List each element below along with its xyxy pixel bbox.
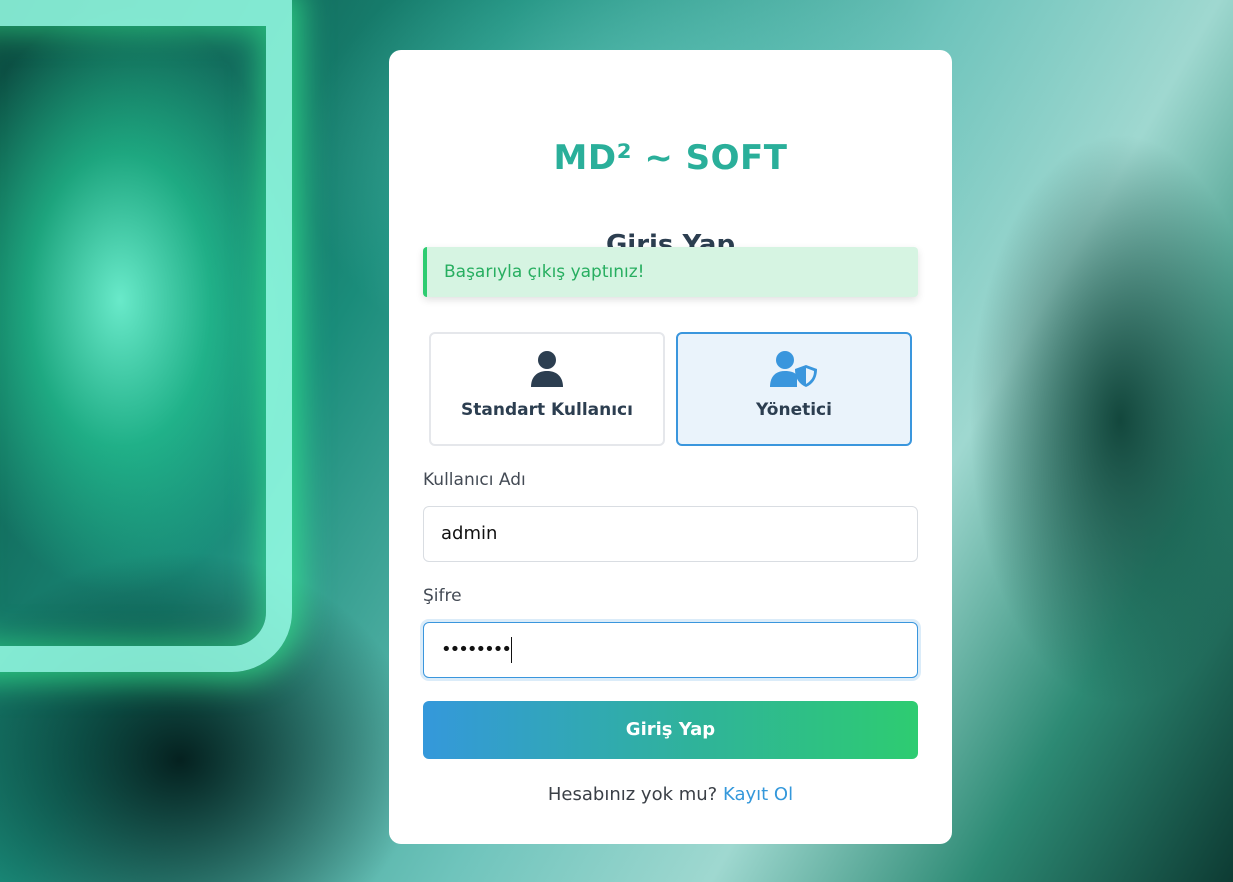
register-prompt-text: Hesabınız yok mu? <box>547 784 718 805</box>
username-label: Kullanıcı Adı <box>423 470 526 490</box>
success-alert: Başarıyla çıkış yaptınız! <box>423 247 918 297</box>
register-prompt: Hesabınız yok mu? Kayıt Ol <box>389 784 952 805</box>
username-value: admin <box>441 523 498 544</box>
password-input[interactable]: •••••••• <box>423 622 918 678</box>
role-standard-label: Standart Kullanıcı <box>461 400 633 420</box>
text-caret <box>510 637 512 663</box>
neon-decoration <box>0 0 292 672</box>
password-label: Şifre <box>423 586 462 606</box>
brand-logo: MD² ~ SOFT <box>553 138 788 178</box>
password-value: •••••••• <box>441 639 512 660</box>
role-standard-user[interactable]: Standart Kullanıcı <box>429 332 665 446</box>
user-shield-icon <box>678 350 910 390</box>
register-link[interactable]: Kayıt Ol <box>723 784 793 805</box>
username-input[interactable]: admin <box>423 506 918 562</box>
role-admin[interactable]: Yönetici <box>676 332 912 446</box>
login-button[interactable]: Giriş Yap <box>423 701 918 759</box>
user-icon <box>431 350 663 390</box>
role-admin-label: Yönetici <box>756 400 832 420</box>
